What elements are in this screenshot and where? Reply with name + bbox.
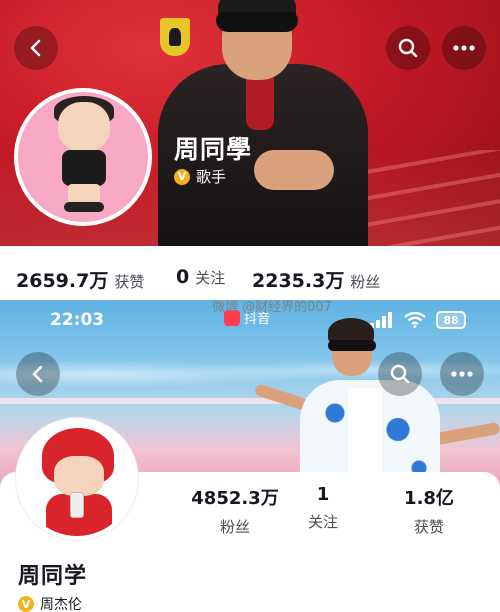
- stat-following[interactable]: 1 关注: [268, 484, 378, 532]
- cover-person-photo: [158, 0, 368, 246]
- top-profile-screen: 周同學 V 歌手 2659.7万 获赞 0 关注 2235.3万 粉丝: [0, 0, 500, 302]
- back-icon: [30, 39, 41, 57]
- stat-likes[interactable]: 1.8亿 获赞: [374, 484, 484, 537]
- stat-followers[interactable]: 2235.3万 粉丝: [252, 266, 380, 293]
- stat-likes[interactable]: 2659.7万 获赞: [16, 266, 144, 293]
- profile-name: 周同学: [18, 564, 88, 589]
- search-button[interactable]: [386, 26, 430, 70]
- profile-name: 周同學: [174, 135, 253, 164]
- more-button[interactable]: [442, 26, 486, 70]
- more-icon: [453, 45, 475, 51]
- avatar[interactable]: [16, 418, 138, 540]
- stat-following[interactable]: 0 关注: [176, 266, 225, 288]
- back-icon: [32, 365, 43, 383]
- more-icon: [451, 371, 473, 377]
- verification-text: 周杰伦: [40, 597, 82, 612]
- avatar[interactable]: [14, 88, 152, 226]
- back-button[interactable]: [16, 352, 60, 396]
- search-icon: [390, 364, 410, 384]
- profile-stats: 2659.7万 获赞 0 关注 2235.3万 粉丝: [0, 246, 500, 302]
- search-button[interactable]: [378, 352, 422, 396]
- weibo-watermark: 微博 @财经界的007: [212, 300, 332, 315]
- search-icon: [398, 38, 418, 58]
- verified-badge-icon: V: [174, 168, 190, 185]
- back-button[interactable]: [14, 26, 58, 70]
- more-button[interactable]: [440, 352, 484, 396]
- verified-badge-icon: V: [18, 596, 34, 612]
- status-time: 22:03: [50, 310, 105, 330]
- verification-text: 歌手: [196, 168, 227, 186]
- verification-label: V 周杰伦: [18, 594, 82, 612]
- verification-label: V 歌手: [174, 166, 226, 187]
- cover-person-photo: [253, 318, 500, 490]
